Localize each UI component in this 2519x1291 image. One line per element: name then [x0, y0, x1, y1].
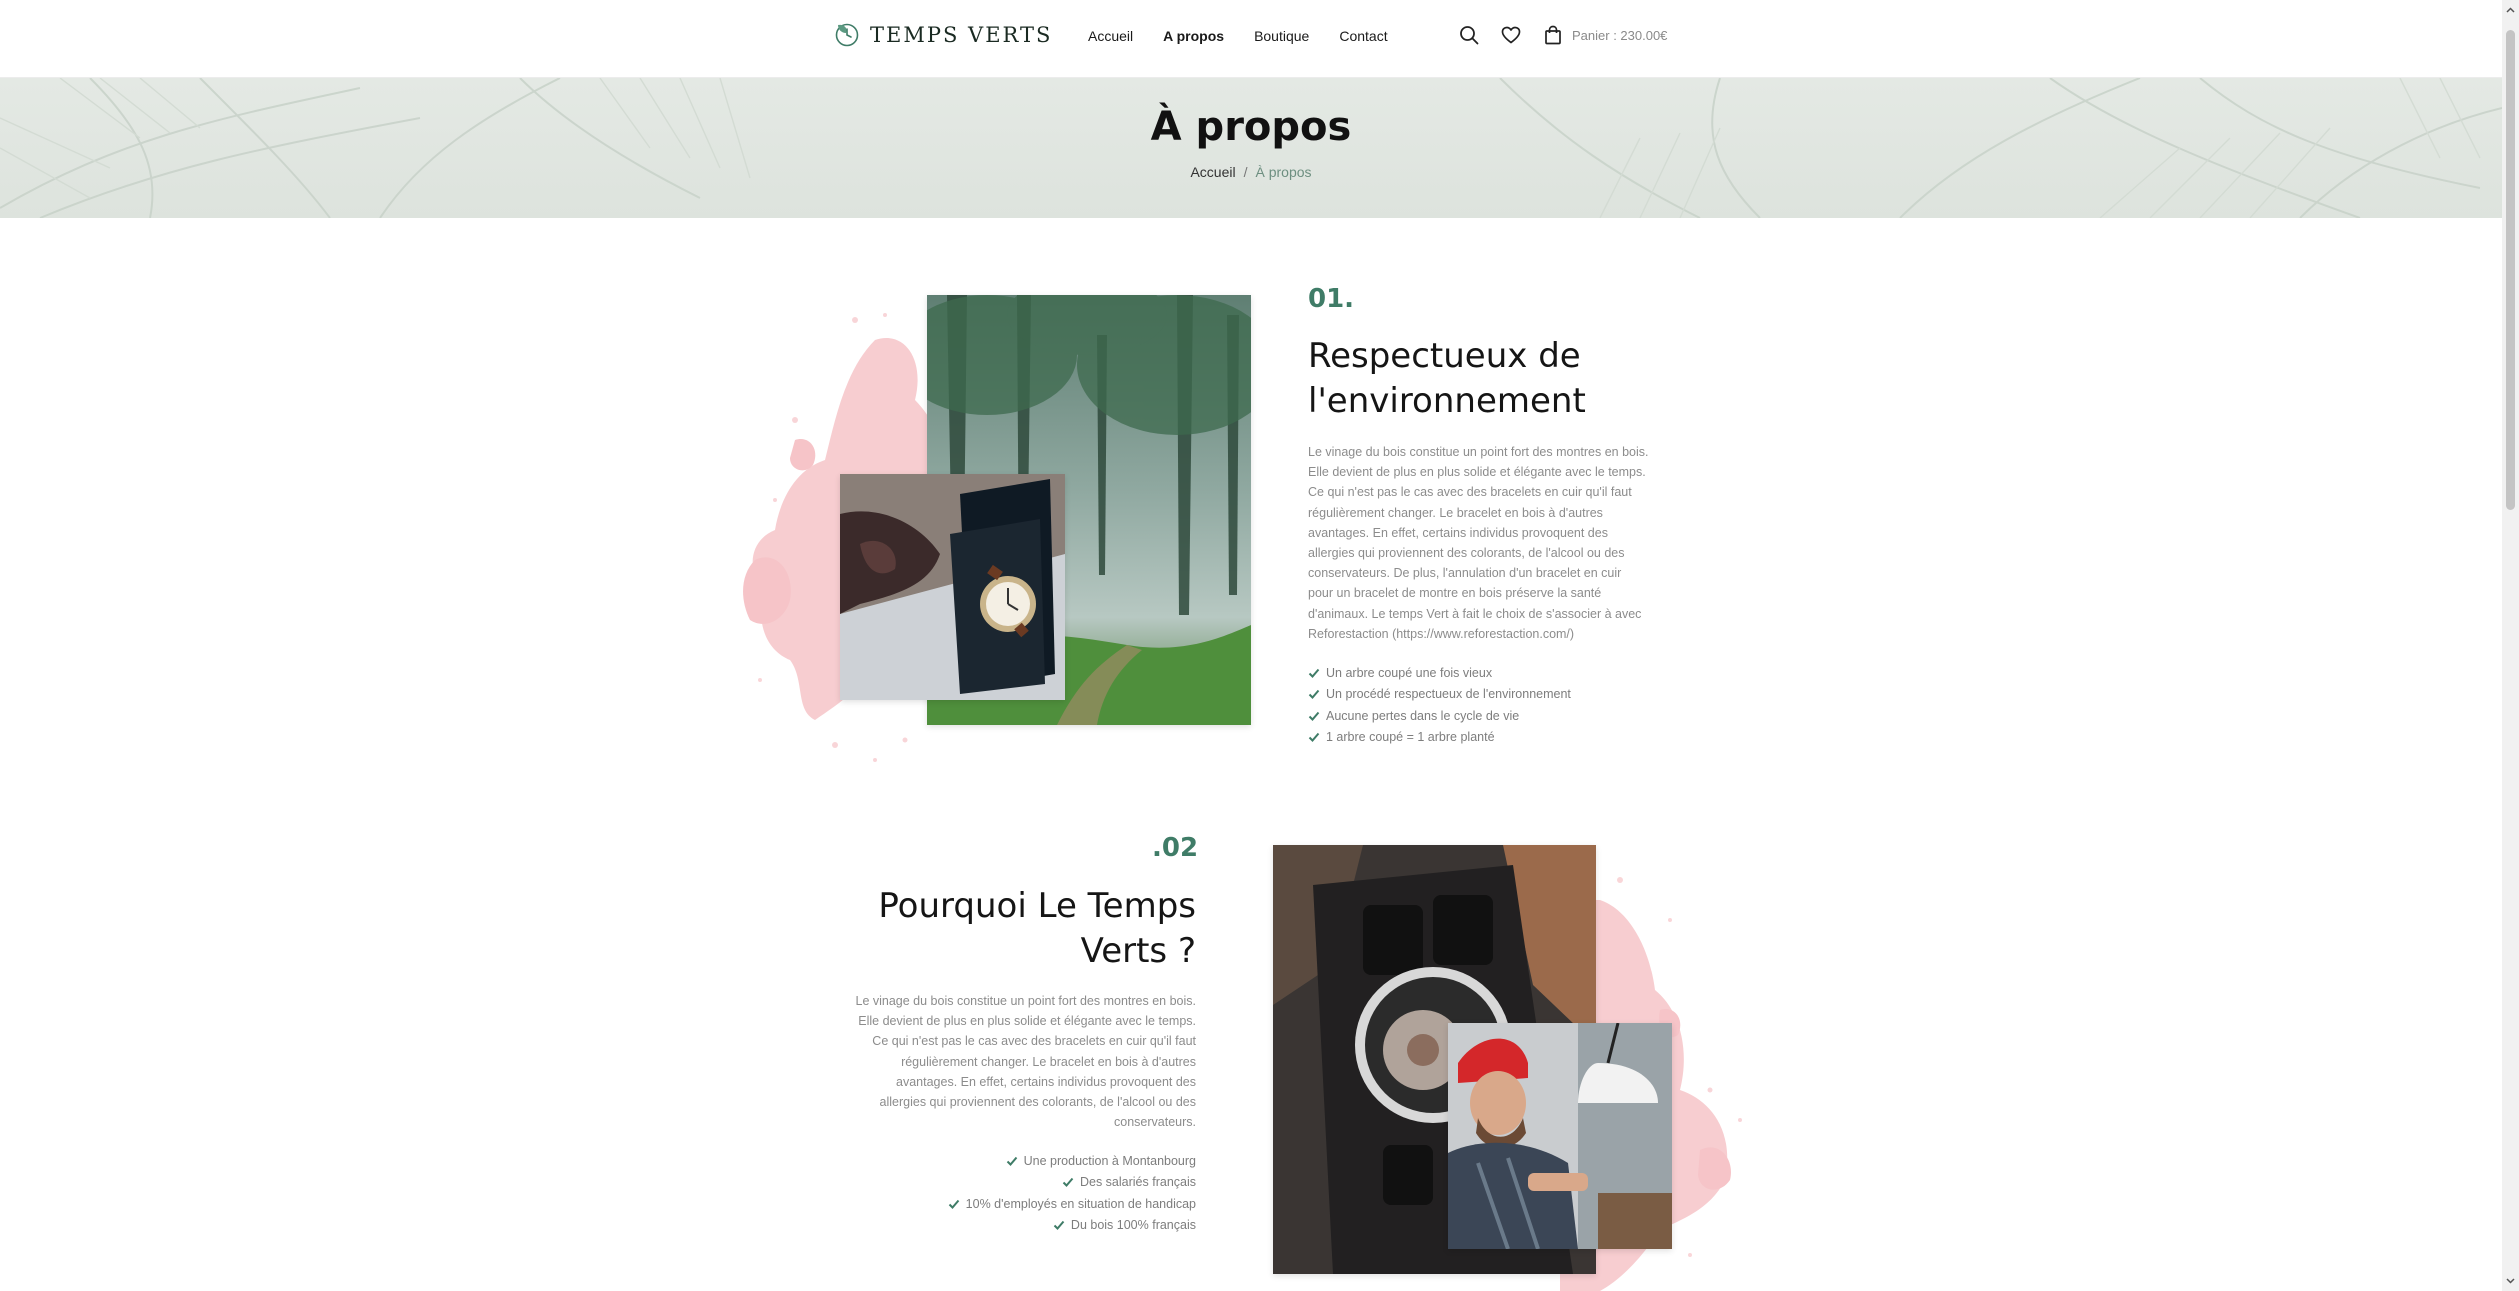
feature-list: Une production à Montanbourg Des salarié… [846, 1150, 1196, 1236]
search-icon[interactable] [1458, 24, 1480, 46]
check-icon [1308, 711, 1320, 721]
list-item: Du bois 100% français [846, 1215, 1196, 1237]
section-title: Pourquoi Le Temps Verts ? [878, 886, 1196, 971]
check-icon [1006, 1156, 1017, 1166]
check-icon [1308, 668, 1320, 678]
nav-item-accueil[interactable]: Accueil [1088, 28, 1133, 44]
nav-item-contact[interactable]: Contact [1339, 28, 1387, 44]
list-item: Aucune pertes dans le cycle de vie [1308, 705, 1571, 727]
list-item: Une production à Montanbourg [846, 1150, 1196, 1172]
page-scrollbar[interactable] [2502, 0, 2519, 1291]
nav-item-a-propos[interactable]: A propos [1163, 28, 1224, 44]
list-item: 1 arbre coupé = 1 arbre planté [1308, 727, 1571, 749]
list-item: 10% d'employés en situation de handicap [846, 1193, 1196, 1215]
list-item: Des salariés français [846, 1172, 1196, 1194]
page-hero: À propos Accueil / À propos [0, 78, 2502, 218]
page-title: À propos [1150, 104, 1352, 150]
nav-item-boutique[interactable]: Boutique [1254, 28, 1309, 44]
feature-list: Un arbre coupé une fois vieux Un procédé… [1308, 662, 1571, 748]
heart-icon[interactable] [1500, 24, 1522, 46]
scroll-up-arrow-icon[interactable] [2506, 6, 2515, 15]
check-icon [1053, 1221, 1065, 1231]
brand-name: TEMPS VERTS [870, 23, 1053, 47]
cart-total: Panier : 230.00€ [1572, 27, 1668, 43]
scrollbar-thumb[interactable] [2506, 30, 2515, 510]
cart-button[interactable]: Panier : 230.00€ [1542, 24, 1667, 46]
breadcrumb-separator: / [1243, 164, 1248, 180]
section-title: Respectueux de l'environnement [1308, 336, 1586, 421]
check-icon [1308, 733, 1320, 743]
breadcrumb: Accueil / À propos [0, 164, 2502, 180]
section-number: 01. [1308, 284, 1355, 314]
list-item: Un procédé respectueux de l'environnemen… [1308, 684, 1571, 706]
watch-box-photo [840, 474, 1065, 700]
site-header: TEMPS VERTS Accueil A propos Boutique Co… [0, 0, 2502, 78]
clock-leaf-icon [835, 23, 859, 47]
header-tools: Panier : 230.00€ [1458, 24, 1667, 46]
scroll-down-arrow-icon[interactable] [2506, 1276, 2515, 1285]
breadcrumb-current: À propos [1255, 164, 1312, 180]
shopping-bag-icon [1545, 25, 1561, 45]
section-number: .02 [1152, 833, 1199, 863]
watchmaker-photo [1448, 1023, 1672, 1249]
section-description: Le vinage du bois constitue un point for… [1308, 445, 1649, 641]
list-item: Un arbre coupé une fois vieux [1308, 662, 1571, 684]
main-nav: Accueil A propos Boutique Contact [1088, 28, 1388, 44]
breadcrumb-home-link[interactable]: Accueil [1190, 164, 1235, 180]
logo[interactable]: TEMPS VERTS [834, 22, 1052, 48]
check-icon [1062, 1178, 1074, 1188]
section-description: Le vinage du bois constitue un point for… [855, 994, 1197, 1130]
check-icon [1308, 690, 1320, 700]
check-icon [948, 1199, 959, 1209]
